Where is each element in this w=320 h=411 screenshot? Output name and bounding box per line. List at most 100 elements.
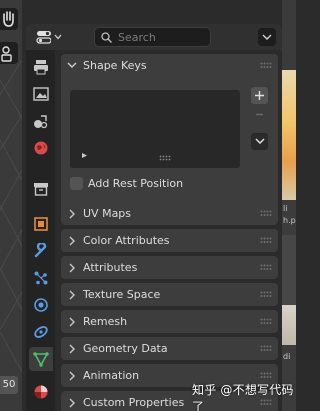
world-icon (34, 141, 48, 155)
tab-material[interactable] (29, 380, 53, 404)
drag-grip-icon[interactable] (260, 372, 272, 379)
minus-icon (256, 113, 263, 116)
tab-collection[interactable] (29, 177, 53, 201)
chevron-right-icon (69, 344, 75, 353)
panel-color-attributes[interactable]: Color Attributes (61, 229, 278, 252)
filter-expand-icon[interactable] (81, 152, 88, 159)
watermark: 知乎 @不想写代码了 (192, 383, 294, 411)
object-icon (34, 217, 48, 231)
tab-data[interactable] (29, 347, 53, 371)
chevron-down-icon (254, 138, 265, 145)
panel-header[interactable]: Geometry Data (61, 337, 278, 360)
add-rest-position-label: Add Rest Position (88, 177, 184, 190)
drag-grip-icon[interactable] (260, 318, 272, 325)
shape-keys-panel: Shape Keys Add Rest Position (61, 54, 278, 212)
image-icon (33, 87, 49, 101)
bg-text-fragment: li (283, 204, 288, 213)
panel-title: Custom Properties (83, 396, 185, 409)
chevron-right-icon (69, 263, 75, 272)
panel-title: Animation (83, 369, 140, 382)
search-field[interactable] (94, 27, 211, 47)
search-input[interactable] (118, 30, 204, 44)
constraint-icon (34, 326, 48, 338)
panel-texture-space[interactable]: Texture Space (61, 283, 278, 306)
tab-constraints[interactable] (29, 320, 53, 344)
add-rest-position-row[interactable]: Add Rest Position (70, 177, 183, 190)
panel-uv-maps[interactable]: UV Maps (61, 202, 278, 225)
panel-title: UV Maps (83, 207, 132, 220)
panel-attributes[interactable]: Attributes (61, 256, 278, 279)
chevron-right-icon (69, 317, 75, 326)
tab-modifiers[interactable] (29, 239, 53, 263)
bg-text-fragment: h.p (283, 216, 296, 225)
chevron-down-icon (262, 34, 272, 40)
mesh-data-icon (33, 352, 49, 367)
bg-text-fragment: di (283, 352, 291, 361)
panel-remesh[interactable]: Remesh (61, 310, 278, 333)
tab-particles[interactable] (29, 266, 53, 290)
bg-image-thumbnail (282, 305, 296, 345)
tab-physics[interactable] (29, 293, 53, 317)
chevron-down-icon (54, 34, 62, 40)
chevron-down-icon (67, 62, 77, 68)
drag-grip-icon[interactable] (260, 345, 272, 352)
shape-keys-list[interactable] (70, 90, 240, 168)
chevron-right-icon (69, 209, 75, 218)
options-dropdown-button[interactable] (258, 28, 276, 46)
drag-grip-icon[interactable] (260, 62, 272, 69)
panel-title: Remesh (83, 315, 128, 328)
scene-icon (34, 115, 48, 129)
tab-render[interactable] (29, 82, 53, 106)
panel-title: Texture Space (83, 288, 161, 301)
background-editor-strip: li h.p di (282, 0, 296, 411)
frame-number[interactable]: 50 (0, 376, 18, 394)
properties-panels: Shape Keys Add Rest Position UV Maps Col… (55, 50, 282, 411)
tab-output[interactable] (29, 109, 53, 133)
panel-geometry-data[interactable]: Geometry Data (61, 337, 278, 360)
drag-grip-icon[interactable] (260, 291, 272, 298)
hand-icon (3, 11, 14, 27)
search-icon (101, 31, 112, 43)
panel-header[interactable]: Remesh (61, 310, 278, 333)
drag-grip-icon[interactable] (260, 210, 272, 217)
bg-tile (282, 0, 296, 70)
shape-key-specials-button[interactable] (251, 133, 268, 150)
panel-title: Color Attributes (83, 234, 170, 247)
chevron-right-icon (69, 236, 75, 245)
panel-header[interactable]: UV Maps (61, 202, 278, 225)
add-shape-key-button[interactable] (251, 87, 268, 104)
bg-tile (282, 235, 296, 305)
particles-icon (34, 271, 48, 285)
chevron-right-icon (69, 371, 75, 380)
camera-tool-button[interactable] (0, 42, 18, 64)
shape-keys-title: Shape Keys (83, 59, 147, 72)
shape-keys-header[interactable]: Shape Keys (61, 54, 278, 77)
physics-icon (34, 298, 48, 312)
list-resize-grip-icon[interactable] (159, 155, 171, 161)
editor-type-button[interactable] (34, 28, 62, 46)
add-rest-position-checkbox[interactable] (70, 177, 83, 190)
chevron-right-icon (69, 290, 75, 299)
printer-icon (34, 60, 48, 75)
panel-header[interactable]: Texture Space (61, 283, 278, 306)
tab-world[interactable] (29, 136, 53, 160)
tab-object[interactable] (29, 212, 53, 236)
tab-tool[interactable] (29, 55, 53, 79)
material-icon (34, 385, 48, 399)
panel-header[interactable]: Color Attributes (61, 229, 278, 252)
viewport-strip[interactable]: 50 (0, 0, 22, 411)
properties-editor-icon (36, 31, 52, 44)
camera-icon (1, 46, 12, 62)
box-icon (34, 183, 48, 196)
drag-grip-icon[interactable] (260, 237, 272, 244)
panel-header[interactable]: Attributes (61, 256, 278, 279)
panel-title: Geometry Data (83, 342, 168, 355)
drag-grip-icon[interactable] (260, 264, 272, 271)
properties-header (26, 24, 282, 50)
hand-tool-button[interactable] (0, 8, 18, 30)
plus-icon (255, 91, 264, 100)
remove-shape-key-button[interactable] (251, 106, 268, 123)
wrench-icon (34, 243, 47, 258)
bg-image-thumbnail (282, 70, 296, 200)
chevron-right-icon (69, 398, 75, 407)
